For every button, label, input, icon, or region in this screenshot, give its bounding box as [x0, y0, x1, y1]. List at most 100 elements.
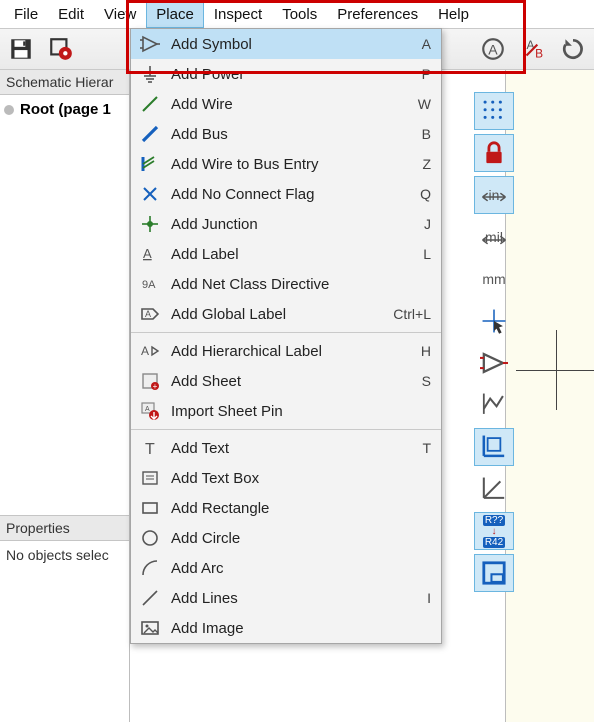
menu-item-add-symbol[interactable]: Add SymbolA: [131, 29, 441, 59]
menu-item-shortcut: I: [427, 590, 431, 606]
menu-item-shortcut: P: [422, 66, 431, 82]
schematic-canvas[interactable]: [505, 70, 594, 722]
menu-item-add-power[interactable]: Add Power P: [131, 59, 441, 89]
power-icon: [139, 63, 161, 85]
rect-icon: [139, 497, 161, 519]
plot-icon[interactable]: [474, 386, 514, 424]
menu-place[interactable]: Place: [146, 0, 204, 28]
right-toolbar: in mil mm R??↓R42: [474, 92, 514, 592]
sheet-icon[interactable]: [474, 554, 514, 592]
image-icon: [139, 617, 161, 639]
menu-item-shortcut: Q: [420, 186, 431, 202]
menu-help[interactable]: Help: [428, 0, 479, 28]
refresh-icon[interactable]: [556, 32, 590, 66]
menu-item-shortcut: A: [422, 36, 431, 52]
netclass-icon: [139, 273, 161, 295]
label-icon: [139, 243, 161, 265]
tree-root-item[interactable]: Root (page 1: [4, 101, 125, 118]
menu-edit[interactable]: Edit: [48, 0, 94, 28]
ref-after: R42: [483, 537, 505, 548]
menu-inspect[interactable]: Inspect: [204, 0, 272, 28]
menu-item-shortcut: J: [424, 216, 431, 232]
menu-item-shortcut: W: [418, 96, 431, 112]
opamp-icon: [139, 33, 161, 55]
units-mil[interactable]: mil: [474, 218, 514, 256]
left-sidebar: Schematic Hierar Root (page 1 Properties…: [0, 70, 130, 722]
menu-item-add-image[interactable]: Add Image: [131, 613, 441, 643]
menu-item-import-sheet-pin[interactable]: Import Sheet Pin: [131, 396, 441, 426]
menu-item-add-net-class-directive[interactable]: Add Net Class Directive: [131, 269, 441, 299]
units-in[interactable]: in: [474, 176, 514, 214]
cursor-icon[interactable]: [474, 302, 514, 340]
menu-preferences[interactable]: Preferences: [327, 0, 428, 28]
menu-item-shortcut: S: [422, 373, 431, 389]
menu-item-add-junction[interactable]: Add Junction J: [131, 209, 441, 239]
menu-item-label: Add Global Label: [171, 306, 383, 323]
lines-icon: [139, 587, 161, 609]
properties-panel-title: Properties: [0, 515, 129, 541]
hierarchy-tree[interactable]: Root (page 1: [0, 95, 129, 515]
menu-item-add-text-box[interactable]: Add Text Box: [131, 463, 441, 493]
menu-item-add-text[interactable]: Add Text T: [131, 433, 441, 463]
menu-item-add-lines[interactable]: Add LinesI: [131, 583, 441, 613]
grid-icon[interactable]: [474, 92, 514, 130]
menu-item-label: Add Power: [171, 66, 412, 83]
menu-item-add-bus[interactable]: Add BusB: [131, 119, 441, 149]
ref-before: R??: [483, 515, 505, 526]
hierarchy-panel-title: Schematic Hierar: [0, 70, 129, 95]
units-mm[interactable]: mm: [474, 260, 514, 298]
menu-file[interactable]: File: [4, 0, 48, 28]
menu-view[interactable]: View: [94, 0, 146, 28]
junction-icon: [139, 213, 161, 235]
menu-item-label: Add Text Box: [171, 470, 421, 487]
lock-icon[interactable]: [474, 134, 514, 172]
arc-icon: [139, 557, 161, 579]
menu-tools[interactable]: Tools: [272, 0, 327, 28]
save-icon[interactable]: [4, 32, 38, 66]
menu-item-add-no-connect-flag[interactable]: Add No Connect Flag Q: [131, 179, 441, 209]
menu-item-label: Add Junction: [171, 216, 414, 233]
menu-item-shortcut: Ctrl+L: [393, 306, 431, 322]
menu-item-label: Add Sheet: [171, 373, 412, 390]
menu-item-label: Add Text: [171, 440, 412, 457]
importpin-icon: [139, 400, 161, 422]
menu-item-label: Add No Connect Flag: [171, 186, 410, 203]
crosshair-horizontal: [516, 370, 594, 371]
menu-item-add-sheet[interactable]: Add Sheet S: [131, 366, 441, 396]
circle-icon: [139, 527, 161, 549]
menu-item-add-global-label[interactable]: Add Global Label Ctrl+L: [131, 299, 441, 329]
settings-gear-icon[interactable]: [44, 32, 78, 66]
ref-icon[interactable]: R??↓R42: [474, 512, 514, 550]
textbox-icon: [139, 467, 161, 489]
busentry-icon: [139, 153, 161, 175]
axes-icon[interactable]: [474, 428, 514, 466]
globallabel-icon: [139, 303, 161, 325]
place-menu-dropdown: Add SymbolAAdd PowerPAdd WireWAdd BusBAd…: [130, 28, 442, 644]
menu-item-label: Add Circle: [171, 530, 421, 547]
menu-item-label: Add Arc: [171, 560, 421, 577]
menu-item-add-rectangle[interactable]: Add Rectangle: [131, 493, 441, 523]
menu-separator: [131, 429, 441, 430]
menu-item-add-label[interactable]: Add LabelL: [131, 239, 441, 269]
wire-icon: [139, 93, 161, 115]
tree-root-label: Root (page 1: [20, 101, 111, 118]
annotation-ab-icon[interactable]: AB: [516, 32, 550, 66]
menubar: File Edit View Place Inspect Tools Prefe…: [0, 0, 594, 28]
menu-item-add-arc[interactable]: Add Arc: [131, 553, 441, 583]
menu-item-label: Add Image: [171, 620, 421, 637]
opamp-icon[interactable]: [474, 344, 514, 382]
bullet-icon: [4, 105, 14, 115]
menu-item-label: Add Hierarchical Label: [171, 343, 411, 360]
menu-item-add-wire[interactable]: Add WireW: [131, 89, 441, 119]
menu-item-add-wire-to-bus-entry[interactable]: Add Wire to Bus EntryZ: [131, 149, 441, 179]
axes2-icon[interactable]: [474, 470, 514, 508]
menu-item-label: Import Sheet Pin: [171, 403, 421, 420]
menu-item-add-circle[interactable]: Add Circle: [131, 523, 441, 553]
menu-item-shortcut: T: [422, 440, 431, 456]
menu-separator: [131, 332, 441, 333]
sheet-icon: [139, 370, 161, 392]
menu-item-label: Add Wire to Bus Entry: [171, 156, 412, 173]
annotation-a-icon[interactable]: A: [476, 32, 510, 66]
menu-item-add-hierarchical-label[interactable]: Add Hierarchical LabelH: [131, 336, 441, 366]
menu-item-shortcut: B: [422, 126, 431, 142]
